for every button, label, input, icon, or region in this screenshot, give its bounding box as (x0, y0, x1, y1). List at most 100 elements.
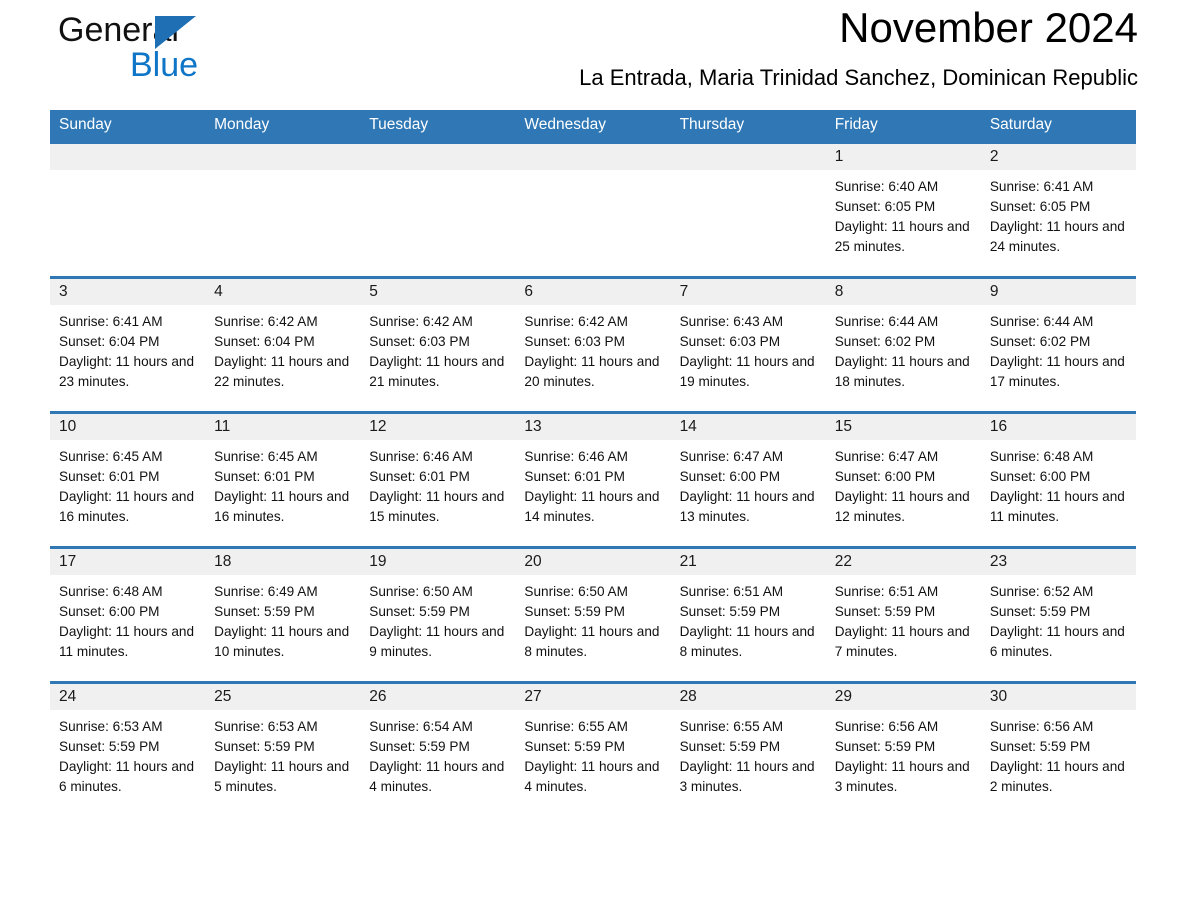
general-blue-logo[interactable]: General Blue (58, 10, 288, 88)
day-number (360, 144, 516, 170)
day-number: 24 (50, 684, 206, 710)
daylight-text: Daylight: 11 hours and 17 minutes. (989, 354, 1125, 389)
calendar-day-cell[interactable]: 5 Sunrise: 6:42 AM Sunset: 6:03 PM Daylight… (360, 276, 516, 413)
sunset-text: Sunset: 6:03 PM (524, 334, 625, 349)
day-number: 17 (50, 549, 206, 575)
day-cell-inner: 29 Sunrise: 6:56 AM Sunset: 5:59 PM Dayligh… (825, 684, 981, 816)
calendar-day-cell[interactable]: 10 Sunrise: 6:45 AM Sunset: 6:01 PM Dayligh… (50, 411, 206, 548)
day-number: 2 (980, 144, 1136, 170)
sunrise-text: Sunrise: 6:52 AM (989, 584, 1094, 599)
calendar-day-cell[interactable]: 26 Sunrise: 6:54 AM Sunset: 5:59 PM Dayligh… (360, 681, 516, 816)
calendar-day-cell[interactable]: 7 Sunrise: 6:43 AM Sunset: 6:03 PM Daylight… (670, 276, 826, 413)
day-cell-details: Sunrise: 6:48 AM Sunset: 6:00 PM Daylight:… (50, 575, 205, 662)
day-cell-inner: 25 Sunrise: 6:53 AM Sunset: 5:59 PM Dayligh… (205, 684, 361, 816)
calendar-day-cell[interactable]: 13 Sunrise: 6:46 AM Sunset: 6:01 PM Dayligh… (515, 411, 671, 548)
daylight-text: Daylight: 11 hours and 25 minutes. (834, 219, 970, 254)
calendar-day-cell-empty (50, 141, 206, 278)
logo-text-blue: Blue (130, 46, 199, 84)
day-number: 6 (515, 279, 671, 305)
sunset-text: Sunset: 5:59 PM (369, 739, 470, 754)
day-cell-details: Sunrise: 6:48 AM Sunset: 6:00 PM Daylight:… (981, 440, 1136, 527)
day-cell-details (671, 170, 826, 177)
day-cell-details (360, 170, 515, 177)
day-number: 26 (360, 684, 516, 710)
day-number: 19 (360, 549, 516, 575)
sunrise-text: Sunrise: 6:47 AM (679, 449, 784, 464)
calendar-day-cell[interactable]: 29 Sunrise: 6:56 AM Sunset: 5:59 PM Dayligh… (825, 681, 981, 816)
day-cell-details: Sunrise: 6:45 AM Sunset: 6:01 PM Daylight:… (50, 440, 205, 527)
day-cell-inner: 20 Sunrise: 6:50 AM Sunset: 5:59 PM Dayligh… (515, 549, 671, 681)
sunrise-text: Sunrise: 6:53 AM (214, 719, 318, 734)
day-cell-inner: 2 Sunrise: 6:41 AM Sunset: 6:05 PM Daylight… (980, 144, 1136, 276)
day-cell-inner: 9 Sunrise: 6:44 AM Sunset: 6:02 PM Daylight… (980, 279, 1136, 411)
calendar-day-cell[interactable]: 8 Sunrise: 6:44 AM Sunset: 6:02 PM Daylight… (825, 276, 981, 413)
sunrise-text: Sunrise: 6:50 AM (369, 584, 473, 599)
title-block: November 2024 La Entrada, Maria Trinidad… (579, 0, 1138, 94)
calendar-day-cell[interactable]: 28 Sunrise: 6:55 AM Sunset: 5:59 PM Dayligh… (670, 681, 826, 816)
calendar-day-cell[interactable]: 9 Sunrise: 6:44 AM Sunset: 6:02 PM Daylight… (980, 276, 1136, 413)
day-number: 14 (670, 414, 826, 440)
day-cell-inner: 28 Sunrise: 6:55 AM Sunset: 5:59 PM Dayligh… (670, 684, 826, 816)
sunrise-text: Sunrise: 6:48 AM (989, 449, 1094, 464)
calendar-day-cell[interactable]: 16 Sunrise: 6:48 AM Sunset: 6:00 PM Dayligh… (980, 411, 1136, 548)
calendar-day-cell[interactable]: 2 Sunrise: 6:41 AM Sunset: 6:05 PM Daylight… (980, 141, 1136, 278)
day-cell-inner: 7 Sunrise: 6:43 AM Sunset: 6:03 PM Daylight… (670, 279, 826, 411)
daylight-text: Daylight: 11 hours and 6 minutes. (989, 624, 1125, 659)
sunset-text: Sunset: 6:03 PM (679, 334, 781, 349)
sunrise-text: Sunrise: 6:45 AM (214, 449, 318, 464)
day-header-sunday: Sunday (50, 110, 206, 143)
sunset-text: Sunset: 6:01 PM (369, 469, 470, 484)
calendar-day-cell[interactable]: 30 Sunrise: 6:56 AM Sunset: 5:59 PM Dayligh… (980, 681, 1136, 816)
day-cell-details: Sunrise: 6:56 AM Sunset: 5:59 PM Daylight:… (981, 710, 1136, 797)
day-cell-inner: 24 Sunrise: 6:53 AM Sunset: 5:59 PM Dayligh… (50, 684, 206, 816)
day-number: 15 (825, 414, 981, 440)
day-number: 22 (825, 549, 981, 575)
sunrise-text: Sunrise: 6:47 AM (834, 449, 939, 464)
day-number: 18 (205, 549, 361, 575)
sunset-text: Sunset: 6:02 PM (989, 334, 1091, 349)
daylight-text: Daylight: 11 hours and 4 minutes. (524, 759, 660, 794)
calendar-day-cell[interactable]: 15 Sunrise: 6:47 AM Sunset: 6:00 PM Dayligh… (825, 411, 981, 548)
calendar-day-cell[interactable]: 24 Sunrise: 6:53 AM Sunset: 5:59 PM Dayligh… (50, 681, 206, 816)
location-subtitle: La Entrada, Maria Trinidad Sanchez, Domi… (579, 65, 1138, 90)
calendar-day-cell[interactable]: 3 Sunrise: 6:41 AM Sunset: 6:04 PM Daylight… (50, 276, 206, 413)
day-cell-inner: 15 Sunrise: 6:47 AM Sunset: 6:00 PM Dayligh… (825, 414, 981, 546)
day-cell-details: Sunrise: 6:51 AM Sunset: 5:59 PM Daylight:… (671, 575, 826, 662)
day-number: 5 (360, 279, 516, 305)
day-number: 13 (515, 414, 671, 440)
sunset-text: Sunset: 6:01 PM (524, 469, 625, 484)
calendar-day-cell[interactable]: 14 Sunrise: 6:47 AM Sunset: 6:00 PM Dayligh… (670, 411, 826, 548)
day-cell-details (50, 170, 205, 177)
day-number: 28 (670, 684, 826, 710)
calendar-day-cell[interactable]: 21 Sunrise: 6:51 AM Sunset: 5:59 PM Dayligh… (670, 546, 826, 683)
day-cell-details: Sunrise: 6:44 AM Sunset: 6:02 PM Daylight:… (981, 305, 1136, 392)
calendar-day-cell[interactable]: 25 Sunrise: 6:53 AM Sunset: 5:59 PM Dayligh… (205, 681, 361, 816)
calendar-day-cell[interactable]: 12 Sunrise: 6:46 AM Sunset: 6:01 PM Dayligh… (360, 411, 516, 548)
sunset-text: Sunset: 6:02 PM (834, 334, 936, 349)
day-cell-details: Sunrise: 6:54 AM Sunset: 5:59 PM Daylight:… (360, 710, 515, 797)
day-cell-details: Sunrise: 6:52 AM Sunset: 5:59 PM Daylight:… (981, 575, 1136, 662)
sunset-text: Sunset: 5:59 PM (679, 739, 781, 754)
calendar-day-cell[interactable]: 17 Sunrise: 6:48 AM Sunset: 6:00 PM Dayligh… (50, 546, 206, 683)
day-cell-details: Sunrise: 6:53 AM Sunset: 5:59 PM Daylight:… (50, 710, 205, 797)
sunset-text: Sunset: 6:05 PM (834, 199, 936, 214)
calendar-day-cell[interactable]: 6 Sunrise: 6:42 AM Sunset: 6:03 PM Daylight… (515, 276, 671, 413)
sunset-text: Sunset: 5:59 PM (989, 739, 1091, 754)
calendar-day-cell[interactable]: 11 Sunrise: 6:45 AM Sunset: 6:01 PM Dayligh… (205, 411, 361, 548)
calendar-day-cell[interactable]: 18 Sunrise: 6:49 AM Sunset: 5:59 PM Dayligh… (205, 546, 361, 683)
calendar-day-cell[interactable]: 4 Sunrise: 6:42 AM Sunset: 6:04 PM Daylight… (205, 276, 361, 413)
calendar-day-cell-empty (515, 141, 671, 278)
calendar-day-cell[interactable]: 27 Sunrise: 6:55 AM Sunset: 5:59 PM Dayligh… (515, 681, 671, 816)
calendar-day-cell[interactable]: 1 Sunrise: 6:40 AM Sunset: 6:05 PM Daylight… (825, 141, 981, 278)
calendar-day-cell[interactable]: 20 Sunrise: 6:50 AM Sunset: 5:59 PM Dayligh… (515, 546, 671, 683)
day-header-thursday: Thursday (670, 110, 826, 143)
day-number: 4 (205, 279, 361, 305)
daylight-text: Daylight: 11 hours and 3 minutes. (834, 759, 970, 794)
day-number (515, 144, 671, 170)
day-number: 9 (980, 279, 1136, 305)
calendar-day-cell[interactable]: 19 Sunrise: 6:50 AM Sunset: 5:59 PM Dayligh… (360, 546, 516, 683)
page-title: November 2024 (839, 4, 1138, 51)
day-cell-details: Sunrise: 6:44 AM Sunset: 6:02 PM Daylight:… (826, 305, 981, 392)
calendar-day-cell[interactable]: 23 Sunrise: 6:52 AM Sunset: 5:59 PM Dayligh… (980, 546, 1136, 683)
calendar-day-cell[interactable]: 22 Sunrise: 6:51 AM Sunset: 5:59 PM Dayligh… (825, 546, 981, 683)
